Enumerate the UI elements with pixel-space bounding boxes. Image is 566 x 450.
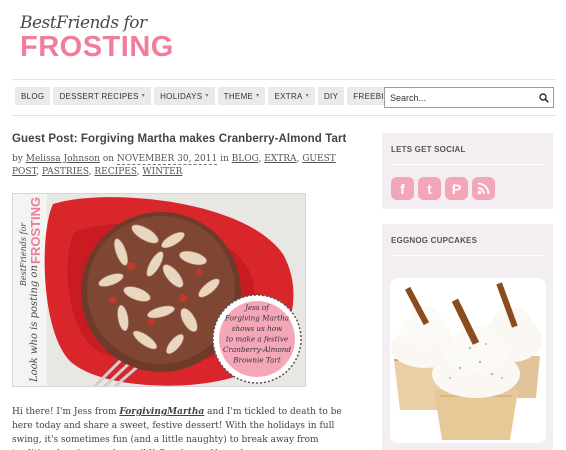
nav-item-blog[interactable]: BLOG (15, 87, 51, 105)
in-label: in (220, 154, 229, 164)
nav-item-holidays[interactable]: HOLIDAYS ▾ (154, 87, 215, 105)
header-divider-top (12, 79, 556, 80)
badge-line: Jess of (243, 303, 270, 312)
eggnog-cupcake-image[interactable] (390, 278, 546, 443)
post-title[interactable]: Guest Post: Forgiving Martha makes Cranb… (12, 133, 362, 145)
chevron-down-icon: ▾ (256, 93, 260, 99)
side-banner: Look who is posting on BestFriends for F… (13, 194, 47, 386)
by-label: by (12, 154, 23, 164)
main-nav: BLOG DESSERT RECIPES ▾ HOLIDAYS ▾ THEME ▾ EXTRA… (15, 87, 408, 105)
badge-line: to make a festive (226, 335, 288, 344)
category-link[interactable]: PASTRIES (42, 167, 89, 177)
body-intro: Hi there! I'm Jess from (12, 407, 120, 417)
eggnog-widget-title: EGGNOG CUPCAKES (391, 236, 478, 245)
social-widget: LETS GET SOCIAL ftP (382, 133, 553, 209)
badge-line: shows us how (232, 324, 282, 333)
social-widget-title: LETS GET SOCIAL (391, 145, 466, 154)
chevron-down-icon: ▾ (305, 93, 309, 99)
category-link[interactable]: BLOG (232, 154, 259, 164)
nav-item-dessert-recipes[interactable]: DESSERT RECIPES ▾ (53, 87, 152, 105)
post-meta: by Melissa Johnson on NOVEMBER 30, 2011 … (12, 153, 364, 179)
logo-line-1: BestFriends for (20, 13, 147, 33)
forgiving-martha-link[interactable]: ForgivingMartha (119, 407, 204, 417)
badge-line: Brownie Tart (232, 356, 281, 365)
side-logo-line-2: FROSTING (28, 197, 43, 264)
author-link[interactable]: Melissa Johnson (26, 154, 100, 164)
post-date: NOVEMBER 30, 2011 (116, 154, 218, 165)
nav-item-label: DIY (323, 91, 339, 101)
chevron-down-icon: ▾ (205, 93, 209, 99)
eggnog-widget-divider (390, 255, 545, 256)
category-link[interactable]: EXTRA (264, 154, 296, 164)
on-label: on (102, 154, 115, 164)
header-divider-bottom (12, 115, 556, 116)
badge-line: Forgiving Martha (224, 314, 289, 323)
nav-item-label: DESSERT RECIPES (59, 91, 139, 101)
nav-item-label: THEME (223, 91, 254, 101)
nav-item-label: HOLIDAYS (160, 91, 203, 101)
badge: Jess of Forgiving Martha shows us how to ma… (212, 294, 302, 384)
nav-item-diy[interactable]: DIY (317, 87, 345, 105)
search-icon[interactable] (539, 88, 549, 107)
twitter-icon[interactable]: t (418, 177, 441, 200)
logo-line-2: FROSTING (20, 31, 174, 63)
featured-image[interactable]: Look who is posting on BestFriends for F… (12, 193, 306, 387)
social-icons: ftP (382, 165, 553, 200)
nav-item-theme[interactable]: THEME ▾ (217, 87, 266, 105)
eggnog-widget: EGGNOG CUPCAKES (382, 224, 553, 450)
search-input[interactable] (390, 92, 539, 103)
chevron-down-icon: ▾ (141, 93, 146, 99)
category-link[interactable]: RECIPES (94, 167, 136, 177)
post-body: Hi there! I'm Jess from ForgivingMartha … (12, 405, 364, 450)
badge-line: Cranberry-Almond (223, 345, 291, 354)
nav-item-label: EXTRA (274, 91, 303, 101)
pinterest-icon[interactable]: P (445, 177, 468, 200)
search-box (384, 87, 554, 108)
side-banner-text: Look who is posting on (29, 265, 40, 383)
nav-item-extra[interactable]: EXTRA ▾ (268, 87, 315, 105)
rss-icon[interactable] (472, 177, 495, 200)
page: BestFriends for FROSTING BLOG DESSERT REC… (0, 0, 566, 450)
side-logo-line-1: BestFriends for (19, 222, 28, 287)
facebook-icon[interactable]: f (391, 177, 414, 200)
category-link[interactable]: WINTER (142, 167, 182, 177)
site-logo[interactable]: BestFriends for FROSTING (20, 14, 190, 70)
nav-item-label: BLOG (21, 91, 45, 101)
